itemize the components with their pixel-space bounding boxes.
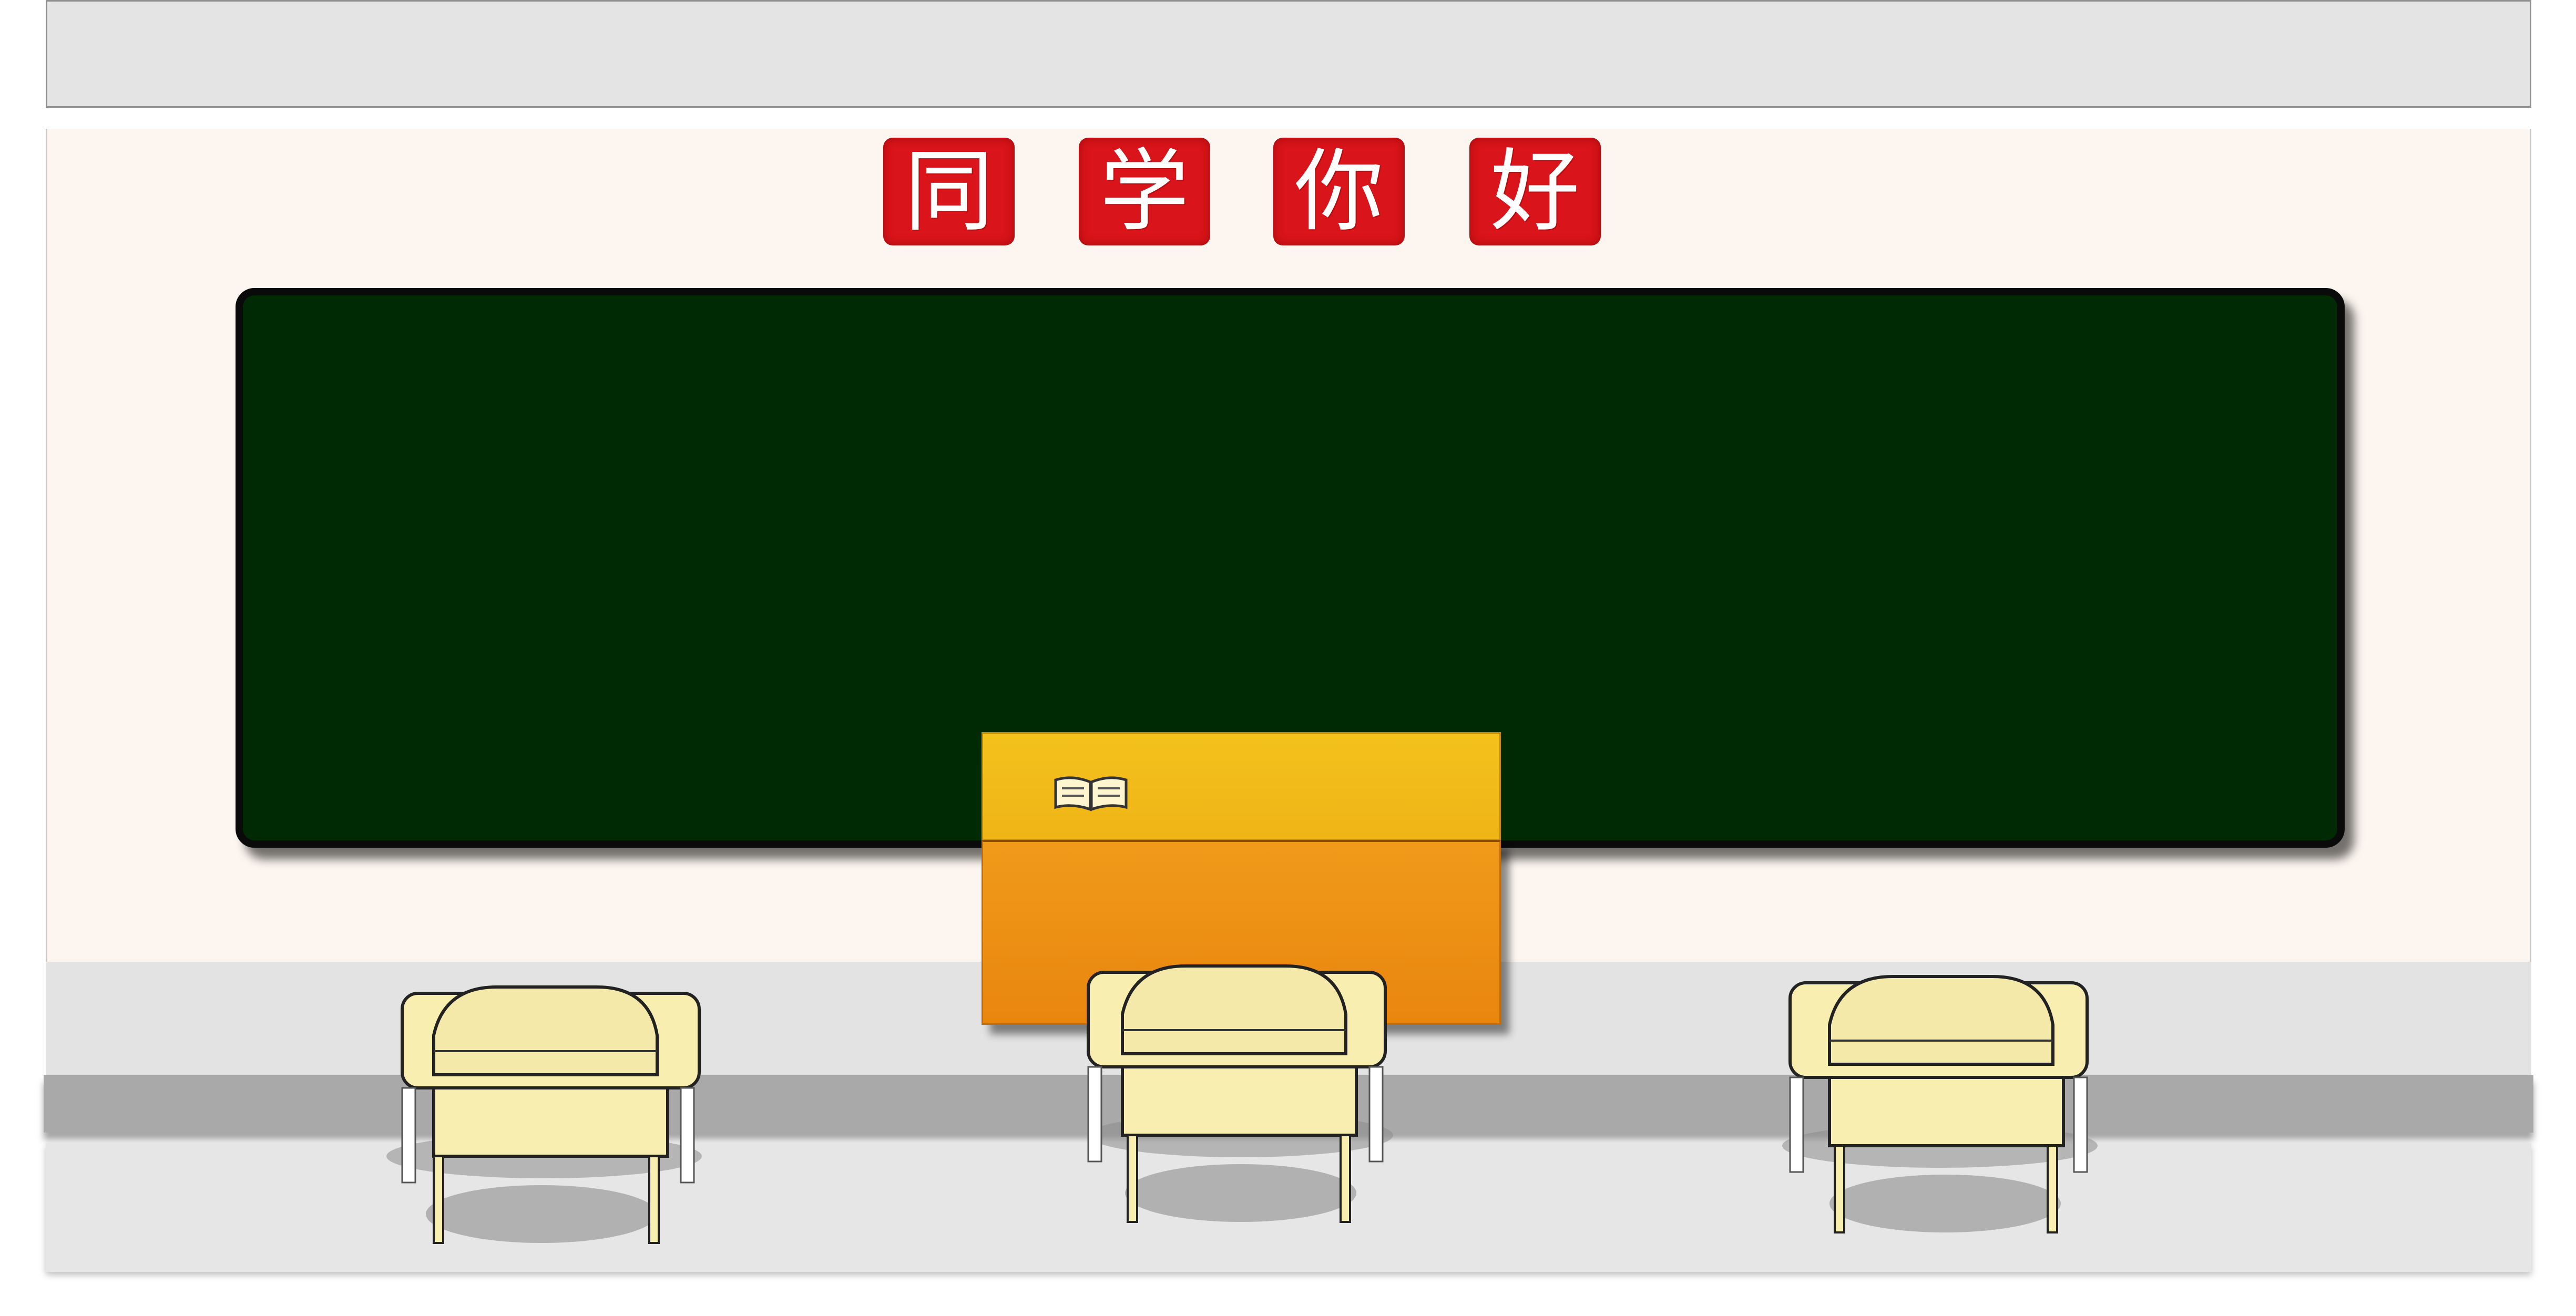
banner-char-1: 同 [883, 138, 1015, 245]
banner-char-4: 好 [1469, 138, 1601, 245]
student-desk-center [1083, 962, 1409, 1235]
banner-char-2: 学 [1079, 138, 1210, 245]
student-desk-right [1782, 972, 2113, 1246]
banner-char-3: 你 [1273, 138, 1405, 245]
ceiling [46, 0, 2531, 108]
open-book-icon [1051, 773, 1130, 815]
student-desk-left [386, 983, 718, 1256]
